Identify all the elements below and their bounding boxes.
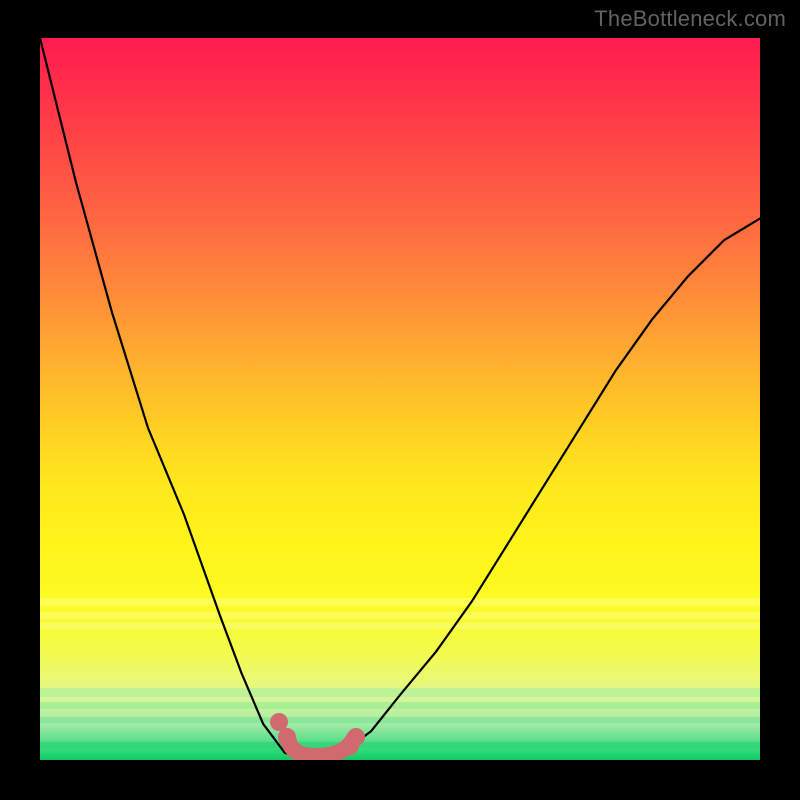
- plot-area: [40, 38, 760, 760]
- watermark-text: TheBottleneck.com: [594, 6, 786, 32]
- gradient-background: [40, 38, 760, 760]
- figure-root: TheBottleneck.com: [0, 0, 800, 800]
